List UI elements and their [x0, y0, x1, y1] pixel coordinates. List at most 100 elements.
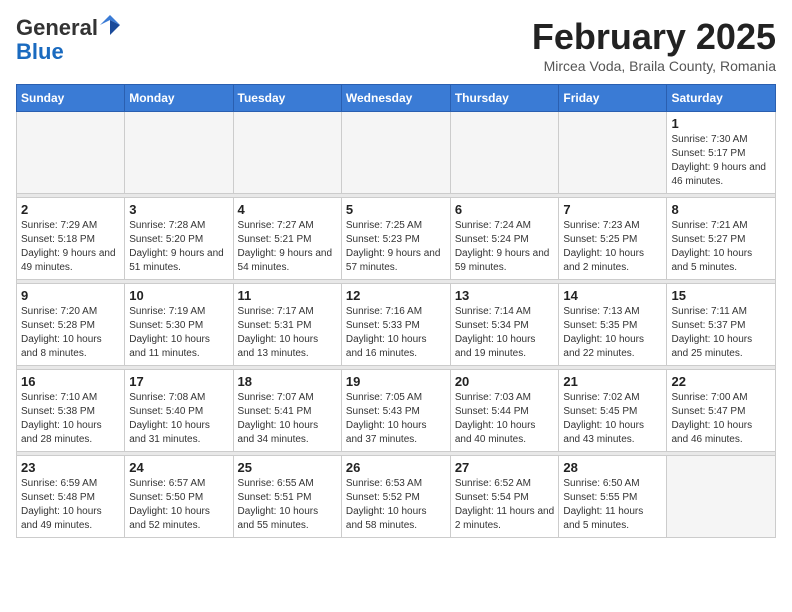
day-number: 22: [671, 374, 771, 389]
day-number: 26: [346, 460, 446, 475]
logo-blue-text: Blue: [16, 39, 64, 64]
calendar-cell: [450, 112, 559, 194]
day-info: Sunrise: 7:28 AM Sunset: 5:20 PM Dayligh…: [129, 219, 228, 275]
calendar-cell: 4 Sunrise: 7:27 AM Sunset: 5:21 PM Daylig…: [233, 198, 341, 280]
day-number: 15: [671, 288, 771, 303]
day-info: Sunrise: 7:19 AM Sunset: 5:30 PM Dayligh…: [129, 305, 228, 361]
day-info: Sunrise: 7:00 AM Sunset: 5:47 PM Dayligh…: [671, 391, 771, 447]
logo-icon: [100, 15, 120, 35]
calendar-week-row: 1 Sunrise: 7:30 AM Sunset: 5:17 PM Daylig…: [17, 112, 776, 194]
calendar-cell: 9 Sunrise: 7:20 AM Sunset: 5:28 PM Daylig…: [17, 284, 125, 366]
day-info: Sunrise: 7:08 AM Sunset: 5:40 PM Dayligh…: [129, 391, 228, 447]
calendar-cell: 22 Sunrise: 7:00 AM Sunset: 5:47 PM Dayli…: [667, 370, 776, 452]
day-info: Sunrise: 7:13 AM Sunset: 5:35 PM Dayligh…: [563, 305, 662, 361]
logo-general-text: General: [16, 15, 98, 40]
calendar-header-thursday: Thursday: [450, 85, 559, 112]
day-number: 24: [129, 460, 228, 475]
calendar-week-row: 23 Sunrise: 6:59 AM Sunset: 5:48 PM Dayli…: [17, 456, 776, 538]
day-info: Sunrise: 7:02 AM Sunset: 5:45 PM Dayligh…: [563, 391, 662, 447]
calendar-cell: 14 Sunrise: 7:13 AM Sunset: 5:35 PM Dayli…: [559, 284, 667, 366]
day-number: 5: [346, 202, 446, 217]
day-number: 18: [238, 374, 337, 389]
calendar-cell: 2Sunrise: 7:29 AM Sunset: 5:18 PM Daylig…: [17, 198, 125, 280]
calendar-cell: 17 Sunrise: 7:08 AM Sunset: 5:40 PM Dayli…: [125, 370, 233, 452]
calendar-cell: [559, 112, 667, 194]
day-info: Sunrise: 7:05 AM Sunset: 5:43 PM Dayligh…: [346, 391, 446, 447]
day-info: Sunrise: 6:53 AM Sunset: 5:52 PM Dayligh…: [346, 477, 446, 533]
day-number: 28: [563, 460, 662, 475]
day-info: Sunrise: 7:25 AM Sunset: 5:23 PM Dayligh…: [346, 219, 446, 275]
calendar-cell: [233, 112, 341, 194]
day-number: 12: [346, 288, 446, 303]
calendar-cell: 5 Sunrise: 7:25 AM Sunset: 5:23 PM Daylig…: [341, 198, 450, 280]
day-number: 16: [21, 374, 120, 389]
day-info: Sunrise: 7:10 AM Sunset: 5:38 PM Dayligh…: [21, 391, 120, 447]
day-info: Sunrise: 7:16 AM Sunset: 5:33 PM Dayligh…: [346, 305, 446, 361]
day-info: Sunrise: 7:24 AM Sunset: 5:24 PM Dayligh…: [455, 219, 555, 275]
day-number: 14: [563, 288, 662, 303]
calendar-cell: 23 Sunrise: 6:59 AM Sunset: 5:48 PM Dayli…: [17, 456, 125, 538]
calendar-header-monday: Monday: [125, 85, 233, 112]
calendar-cell: 16 Sunrise: 7:10 AM Sunset: 5:38 PM Dayli…: [17, 370, 125, 452]
day-number: 1: [671, 116, 771, 131]
calendar-cell: [667, 456, 776, 538]
calendar-cell: 21 Sunrise: 7:02 AM Sunset: 5:45 PM Dayli…: [559, 370, 667, 452]
calendar-cell: [341, 112, 450, 194]
day-info: Sunrise: 7:03 AM Sunset: 5:44 PM Dayligh…: [455, 391, 555, 447]
day-number: 4: [238, 202, 337, 217]
calendar-cell: 3 Sunrise: 7:28 AM Sunset: 5:20 PM Daylig…: [125, 198, 233, 280]
day-info: Sunrise: 7:23 AM Sunset: 5:25 PM Dayligh…: [563, 219, 662, 275]
calendar-cell: 13 Sunrise: 7:14 AM Sunset: 5:34 PM Dayli…: [450, 284, 559, 366]
day-number: 9: [21, 288, 120, 303]
day-info: Sunrise: 7:14 AM Sunset: 5:34 PM Dayligh…: [455, 305, 555, 361]
calendar-cell: 7 Sunrise: 7:23 AM Sunset: 5:25 PM Daylig…: [559, 198, 667, 280]
logo: General Blue: [16, 16, 120, 64]
calendar-cell: 8 Sunrise: 7:21 AM Sunset: 5:27 PM Daylig…: [667, 198, 776, 280]
calendar-cell: [17, 112, 125, 194]
day-number: 21: [563, 374, 662, 389]
day-number: 25: [238, 460, 337, 475]
calendar-header-sunday: Sunday: [17, 85, 125, 112]
day-info: Sunrise: 7:20 AM Sunset: 5:28 PM Dayligh…: [21, 305, 120, 361]
day-info: Sunrise: 7:30 AM Sunset: 5:17 PM Dayligh…: [671, 133, 771, 189]
calendar-cell: 1 Sunrise: 7:30 AM Sunset: 5:17 PM Daylig…: [667, 112, 776, 194]
day-number: 6: [455, 202, 555, 217]
calendar-header-friday: Friday: [559, 85, 667, 112]
day-info: Sunrise: 7:27 AM Sunset: 5:21 PM Dayligh…: [238, 219, 337, 275]
calendar-week-row: 9 Sunrise: 7:20 AM Sunset: 5:28 PM Daylig…: [17, 284, 776, 366]
day-info: Sunrise: 7:17 AM Sunset: 5:31 PM Dayligh…: [238, 305, 337, 361]
calendar-table: SundayMondayTuesdayWednesdayThursdayFrid…: [16, 84, 776, 538]
calendar-week-row: 2Sunrise: 7:29 AM Sunset: 5:18 PM Daylig…: [17, 198, 776, 280]
calendar-header-row: SundayMondayTuesdayWednesdayThursdayFrid…: [17, 85, 776, 112]
day-number: 23: [21, 460, 120, 475]
calendar-cell: 26 Sunrise: 6:53 AM Sunset: 5:52 PM Dayli…: [341, 456, 450, 538]
day-number: 27: [455, 460, 555, 475]
day-info: Sunrise: 6:50 AM Sunset: 5:55 PM Dayligh…: [563, 477, 662, 533]
calendar-header-tuesday: Tuesday: [233, 85, 341, 112]
day-info: Sunrise: 6:59 AM Sunset: 5:48 PM Dayligh…: [21, 477, 120, 533]
day-info: Sunrise: 7:21 AM Sunset: 5:27 PM Dayligh…: [671, 219, 771, 275]
location-text: Mircea Voda, Braila County, Romania: [532, 58, 776, 74]
calendar-cell: 25 Sunrise: 6:55 AM Sunset: 5:51 PM Dayli…: [233, 456, 341, 538]
calendar-cell: 6 Sunrise: 7:24 AM Sunset: 5:24 PM Daylig…: [450, 198, 559, 280]
day-info: Sunrise: 7:29 AM Sunset: 5:18 PM Dayligh…: [21, 219, 120, 275]
calendar-cell: 19 Sunrise: 7:05 AM Sunset: 5:43 PM Dayli…: [341, 370, 450, 452]
calendar-header-saturday: Saturday: [667, 85, 776, 112]
day-number: 8: [671, 202, 771, 217]
day-number: 17: [129, 374, 228, 389]
calendar-cell: 27Sunrise: 6:52 AM Sunset: 5:54 PM Dayli…: [450, 456, 559, 538]
day-info: Sunrise: 6:57 AM Sunset: 5:50 PM Dayligh…: [129, 477, 228, 533]
day-number: 13: [455, 288, 555, 303]
day-number: 19: [346, 374, 446, 389]
day-number: 11: [238, 288, 337, 303]
day-info: Sunrise: 6:55 AM Sunset: 5:51 PM Dayligh…: [238, 477, 337, 533]
calendar-cell: [125, 112, 233, 194]
day-number: 20: [455, 374, 555, 389]
calendar-cell: 28 Sunrise: 6:50 AM Sunset: 5:55 PM Dayli…: [559, 456, 667, 538]
calendar-cell: 12 Sunrise: 7:16 AM Sunset: 5:33 PM Dayli…: [341, 284, 450, 366]
day-info: Sunrise: 7:11 AM Sunset: 5:37 PM Dayligh…: [671, 305, 771, 361]
calendar-cell: 11 Sunrise: 7:17 AM Sunset: 5:31 PM Dayli…: [233, 284, 341, 366]
month-title: February 2025: [532, 16, 776, 58]
day-number: 3: [129, 202, 228, 217]
day-number: 7: [563, 202, 662, 217]
